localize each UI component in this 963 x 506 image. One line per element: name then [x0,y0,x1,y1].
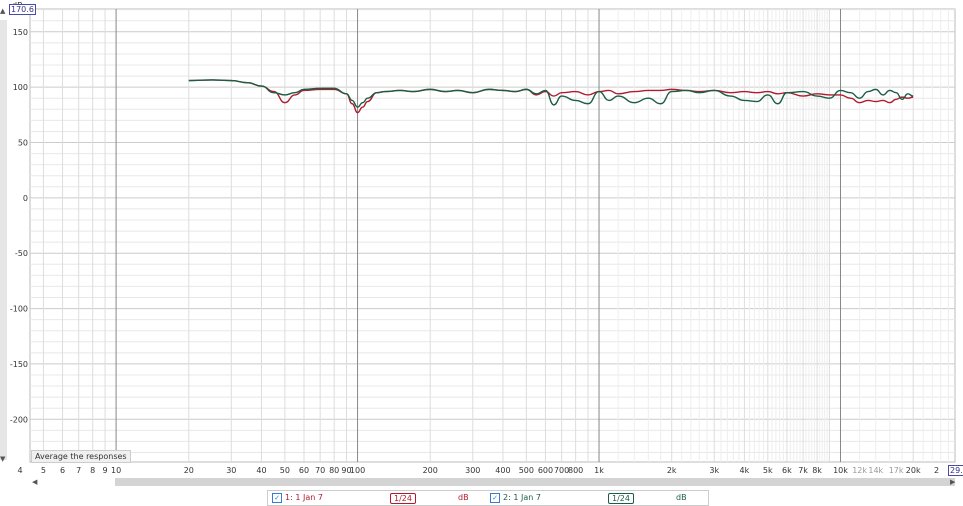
x-tick-label: 2 [934,466,939,475]
legend-label-1: 1: 1 Jan 7 [285,493,323,502]
x-tick-label: 100 [350,466,365,475]
x-tick-label: 17k [889,466,904,475]
unit-1: dB [458,493,469,502]
y-max-value[interactable]: 170.6 [9,4,36,15]
y-tick-label: -100 [10,305,28,314]
x-tick-label: 60 [299,466,309,475]
plot-area [29,8,956,463]
y-tick-label: 0 [23,194,28,203]
x-tick-label: 4 [17,466,22,475]
x-tick-label: 8 [90,466,95,475]
x-tick-label: 80 [329,466,339,475]
x-tick-label: 20 [184,466,194,475]
x-tick-label: 500 [519,466,534,475]
unit-2: dB [676,493,687,502]
x-tick-label: 2k [667,466,677,475]
x-tick-label: 200 [423,466,438,475]
y-tick-label: -150 [10,360,28,369]
horizontal-scrollbar[interactable] [30,478,955,486]
smoothing-2[interactable]: 1/24 [608,493,634,504]
legend-label-2: 2: 1 Jan 7 [503,493,541,502]
vertical-scrollbar[interactable] [0,20,7,460]
x-tick-label: 20k [906,466,921,475]
scroll-right-arrow[interactable]: ▶ [950,478,955,486]
x-tick-label: 8k [812,466,822,475]
x-tick-label: 10 [111,466,121,475]
x-tick-label: 7 [76,466,81,475]
x-tick-label: 1k [594,466,604,475]
y-tick-label: 150 [13,28,28,37]
scrollbar-thumb[interactable] [115,478,955,486]
x-tick-label: 6k [782,466,792,475]
x-tick-label: 4k [740,466,750,475]
x-tick-label: 700 [554,466,569,475]
x-tick-label: 14k [868,466,883,475]
y-tick-label: 50 [18,139,28,148]
x-tick-label: 40 [256,466,266,475]
frequency-response-chart[interactable]: 150100500-50-100-150-2004 5 6 7 8 9 10 20 30 40 50… [0,0,963,478]
x-tick-label: 5k [763,466,773,475]
x-tick-label: 300 [465,466,480,475]
x-tick-label: 6 [60,466,65,475]
checkbox-1[interactable]: ✓ [272,493,282,503]
x-tick-label: 9 [102,466,107,475]
x-tick-label: 5 [41,466,46,475]
x-tick-label: 30 [226,466,236,475]
x-tick-label: 800 [568,466,583,475]
legend: ✓ 1: 1 Jan 7 1/24 dB ✓ 2: 1 Jan 7 1/24 d… [267,490,709,506]
x-tick-label: 3k [709,466,719,475]
x-max-value[interactable]: 29.8 [948,465,963,476]
scroll-down-arrow[interactable]: ▼ [0,455,5,463]
y-tick-label: -200 [10,415,28,424]
y-tick-label: -50 [15,249,28,258]
x-tick-label: 12k [852,466,867,475]
y-tick-label: 100 [13,83,28,92]
x-tick-label: 50 [280,466,290,475]
scroll-left-arrow[interactable]: ◀ [32,478,37,486]
x-tick-label: 600 [538,466,553,475]
x-tick-label: 70 [315,466,325,475]
smoothing-1[interactable]: 1/24 [390,493,416,504]
scroll-up-arrow[interactable]: ▲ [0,7,5,15]
x-tick-label: 10k [833,466,848,475]
x-tick-label: 7k [798,466,808,475]
x-tick-label: 400 [495,466,510,475]
checkbox-2[interactable]: ✓ [490,493,500,503]
tooltip: Average the responses [31,450,131,463]
